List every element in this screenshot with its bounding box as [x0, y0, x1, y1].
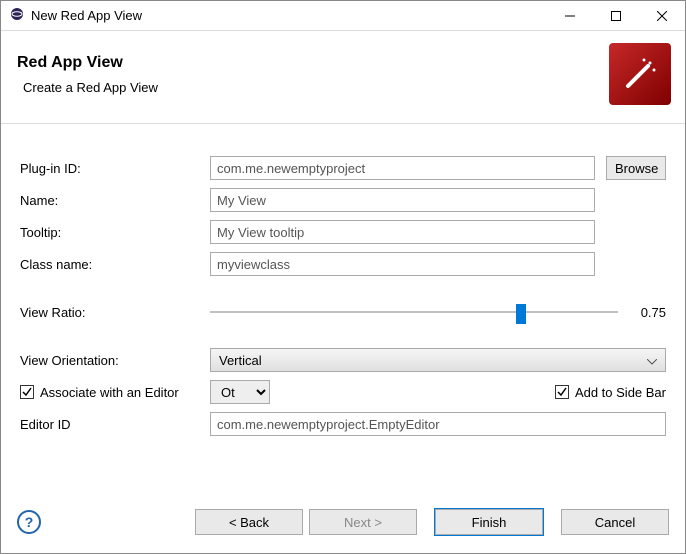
classname-label: Class name:: [17, 248, 207, 280]
browse-button[interactable]: Browse: [606, 156, 666, 180]
wizard-header: Red App View Create a Red App View: [1, 31, 685, 124]
view-orientation-value: Vertical: [219, 353, 262, 368]
associate-kind-dropdown[interactable]: Other: [210, 380, 270, 404]
eclipse-icon: [9, 6, 25, 25]
view-ratio-value: 0.75: [632, 305, 666, 320]
plugin-id-label: Plug-in ID:: [17, 152, 207, 184]
page-subtitle: Create a Red App View: [17, 80, 609, 95]
cancel-button[interactable]: Cancel: [561, 509, 669, 535]
name-field[interactable]: [210, 188, 595, 212]
add-sidebar-label: Add to Side Bar: [575, 385, 666, 400]
back-button[interactable]: < Back: [195, 509, 303, 535]
tooltip-label: Tooltip:: [17, 216, 207, 248]
page-title: Red App View: [17, 54, 609, 72]
wizard-form: Plug-in ID: Browse Name: Tooltip: Class …: [1, 124, 685, 497]
minimize-button[interactable]: [547, 1, 593, 31]
wizard-button-bar: ? < Back Next > Finish Cancel: [1, 497, 685, 553]
name-label: Name:: [17, 184, 207, 216]
chevron-down-icon: [647, 353, 657, 368]
close-button[interactable]: [639, 1, 685, 31]
wizard-banner-icon: [609, 43, 671, 105]
editor-id-label: Editor ID: [17, 408, 207, 440]
checkbox-icon: [555, 385, 569, 399]
next-button[interactable]: Next >: [309, 509, 417, 535]
view-ratio-slider[interactable]: [210, 302, 618, 322]
tooltip-field[interactable]: [210, 220, 595, 244]
view-ratio-label: View Ratio:: [17, 298, 207, 326]
window-title: New Red App View: [31, 8, 547, 23]
help-button[interactable]: ?: [17, 510, 41, 534]
checkbox-icon: [20, 385, 34, 399]
associate-editor-label: Associate with an Editor: [40, 385, 179, 400]
maximize-button[interactable]: [593, 1, 639, 31]
finish-button[interactable]: Finish: [435, 509, 543, 535]
plugin-id-field[interactable]: [210, 156, 595, 180]
view-orientation-dropdown[interactable]: Vertical: [210, 348, 666, 372]
add-sidebar-checkbox[interactable]: Add to Side Bar: [555, 385, 666, 400]
view-orientation-label: View Orientation:: [17, 344, 207, 376]
editor-id-field[interactable]: [210, 412, 666, 436]
window-titlebar: New Red App View: [1, 1, 685, 31]
associate-editor-checkbox[interactable]: Associate with an Editor: [20, 385, 204, 400]
classname-field[interactable]: [210, 252, 595, 276]
